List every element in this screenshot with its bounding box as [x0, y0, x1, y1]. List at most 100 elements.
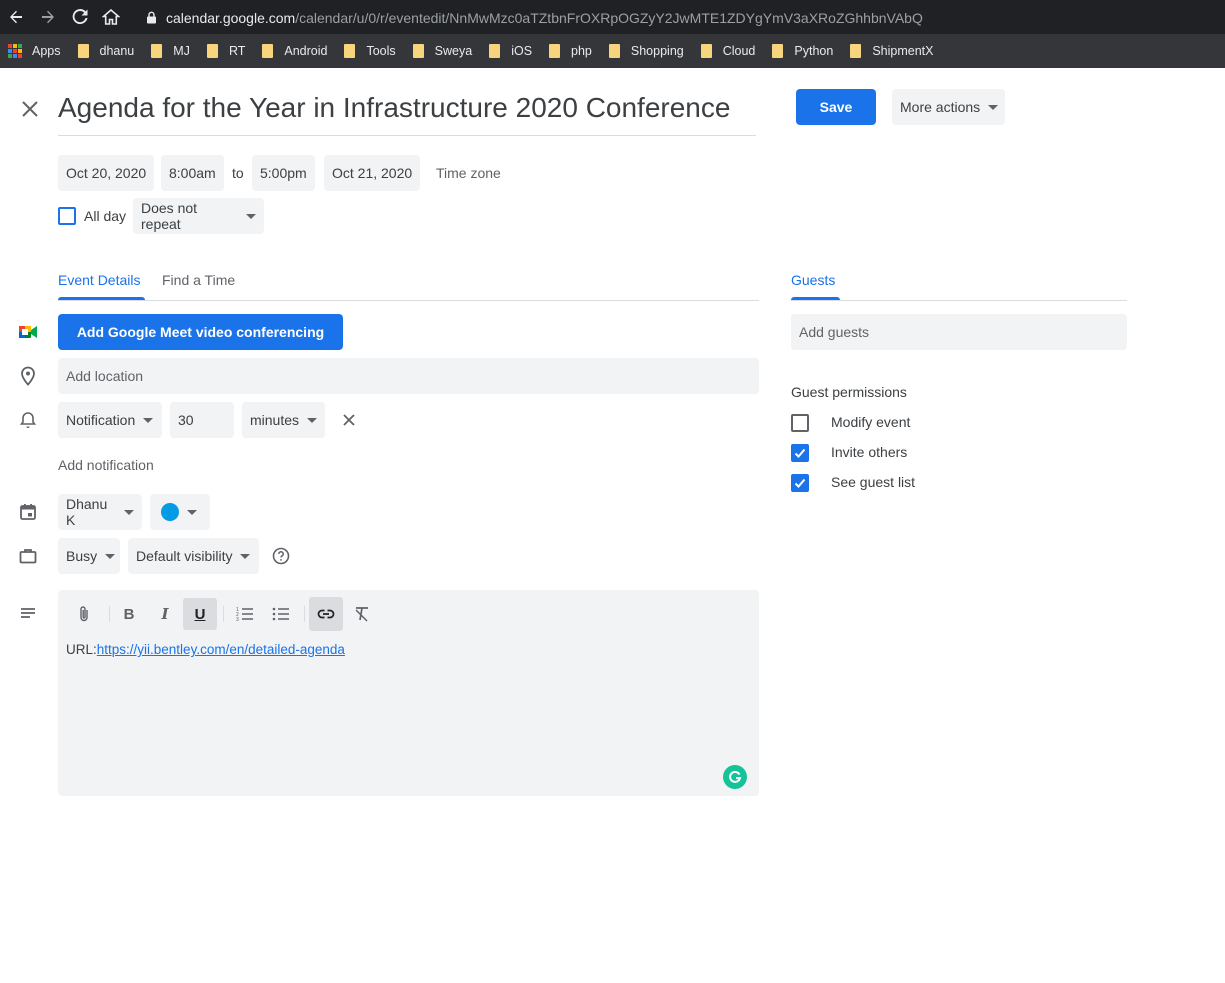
italic-icon[interactable]: I	[148, 598, 182, 630]
notification-unit-dropdown[interactable]: minutes	[242, 402, 325, 438]
repeat-dropdown[interactable]: Does not repeat	[133, 198, 264, 234]
svg-text:3: 3	[236, 617, 239, 622]
chevron-down-icon	[187, 509, 197, 515]
bookmark-label: Shopping	[630, 44, 684, 58]
bookmark-folder[interactable]: Android	[262, 44, 327, 58]
tab-guests[interactable]: Guests	[791, 260, 835, 300]
bookmark-folder[interactable]: ShipmentX	[850, 44, 933, 58]
more-actions-button[interactable]: More actions	[892, 89, 1005, 125]
bookmark-folder[interactable]: Shopping	[608, 44, 684, 58]
bookmark-folder[interactable]: php	[549, 44, 592, 58]
briefcase-icon	[18, 546, 38, 566]
reload-icon[interactable]	[70, 7, 90, 27]
close-icon[interactable]	[19, 98, 41, 120]
description-link[interactable]: https://yii.bentley.com/en/detailed-agen…	[97, 642, 345, 657]
bookmark-folder[interactable]: MJ	[151, 44, 190, 58]
bell-icon	[18, 410, 38, 430]
guests-divider	[791, 300, 1127, 301]
visibility-dropdown[interactable]: Default visibility	[128, 538, 259, 574]
clear-formatting-icon[interactable]	[345, 598, 379, 630]
bookmark-folder[interactable]: Sweya	[412, 44, 472, 58]
url-host: calendar.google.com	[166, 9, 296, 26]
bookmark-folder[interactable]: Python	[772, 44, 833, 58]
lock-icon	[146, 11, 157, 24]
calendar-owner-label: Dhanu K	[66, 496, 108, 528]
folder-icon	[262, 44, 274, 58]
more-actions-label: More actions	[900, 99, 981, 115]
bookmark-folder[interactable]: dhanu	[77, 44, 135, 58]
chevron-down-icon	[143, 417, 154, 423]
checkmark-icon	[794, 478, 806, 488]
bookmarks-bar: Apps dhanu MJ RT Android Tools Sweya iOS…	[0, 34, 1225, 68]
event-color-dropdown[interactable]	[150, 494, 210, 530]
add-notification-link[interactable]: Add notification	[58, 457, 154, 473]
bookmark-label: ShipmentX	[872, 44, 934, 58]
apps-grid-icon	[8, 44, 22, 58]
color-swatch	[161, 503, 179, 521]
home-icon[interactable]	[101, 7, 121, 27]
time-zone-button[interactable]: Time zone	[436, 155, 501, 191]
bookmark-folder[interactable]: Cloud	[700, 44, 755, 58]
availability-dropdown[interactable]: Busy	[58, 538, 120, 574]
back-icon[interactable]	[6, 7, 26, 27]
folder-icon	[700, 44, 712, 58]
numbered-list-icon[interactable]: 123	[228, 598, 262, 630]
add-google-meet-button[interactable]: Add Google Meet video conferencing	[58, 314, 343, 350]
availability-label: Busy	[66, 548, 98, 564]
description-editor[interactable]: B I U 123 URL:https://yii.bentley.com/en…	[58, 590, 759, 796]
calendar-icon	[18, 502, 38, 522]
folder-icon	[344, 44, 356, 58]
chevron-down-icon	[988, 104, 999, 110]
notification-type-label: Notification	[66, 412, 136, 428]
tab-event-details[interactable]: Event Details	[58, 260, 140, 300]
all-day-checkbox[interactable]	[58, 207, 76, 225]
calendar-owner-dropdown[interactable]: Dhanu K	[58, 494, 142, 530]
end-date-picker[interactable]: Oct 21, 2020	[324, 155, 421, 191]
url-path: /calendar/u/0/r/eventedit/NnMwMzc0aTZtbn…	[295, 9, 923, 26]
modify-event-label: Modify event	[831, 414, 911, 430]
bold-icon[interactable]: B	[112, 598, 146, 630]
bookmark-label: Python	[794, 44, 834, 58]
start-date-picker[interactable]: Oct 20, 2020	[58, 155, 155, 191]
all-day-label: All day	[84, 208, 127, 224]
notification-value-input[interactable]: 30	[170, 402, 234, 438]
forward-icon[interactable]	[38, 7, 58, 27]
bookmark-folder[interactable]: Tools	[344, 44, 396, 58]
event-title-input[interactable]: Agenda for the Year in Infrastructure 20…	[58, 92, 756, 136]
location-input[interactable]: Add location	[58, 358, 759, 394]
checkmark-icon	[794, 448, 806, 458]
description-icon	[18, 604, 38, 624]
invite-others-checkbox[interactable]	[791, 444, 809, 462]
grammarly-icon[interactable]	[723, 765, 747, 789]
folder-icon	[608, 44, 620, 58]
underline-icon[interactable]: U	[183, 598, 217, 630]
modify-event-checkbox[interactable]	[791, 414, 809, 432]
start-time-picker[interactable]: 8:00am	[161, 155, 224, 191]
bookmark-label: iOS	[511, 44, 533, 58]
help-icon[interactable]	[272, 547, 290, 565]
bookmark-label: php	[571, 44, 592, 58]
chevron-down-icon	[124, 509, 134, 515]
attachment-icon[interactable]	[67, 598, 101, 630]
end-time-picker[interactable]: 5:00pm	[252, 155, 315, 191]
bookmark-label: MJ	[173, 44, 190, 58]
bookmark-folder[interactable]: iOS	[489, 44, 532, 58]
description-text: URL:https://yii.bentley.com/en/detailed-…	[66, 642, 345, 657]
address-bar[interactable]: calendar.google.com/calendar/u/0/r/event…	[134, 4, 1225, 31]
description-prefix: URL:	[66, 642, 97, 657]
remove-notification-icon[interactable]	[341, 412, 357, 428]
notification-type-dropdown[interactable]: Notification	[58, 402, 162, 438]
tab-find-a-time[interactable]: Find a Time	[162, 260, 235, 300]
save-button[interactable]: Save	[796, 89, 876, 125]
folder-icon	[412, 44, 424, 58]
chevron-down-icon	[105, 553, 116, 559]
bookmark-folder[interactable]: RT	[206, 44, 246, 58]
bulleted-list-icon[interactable]	[264, 598, 298, 630]
link-icon[interactable]	[309, 597, 343, 631]
bookmark-label: dhanu	[99, 44, 135, 58]
location-pin-icon	[18, 366, 38, 386]
see-guest-list-checkbox[interactable]	[791, 474, 809, 492]
bookmark-apps[interactable]: Apps	[8, 44, 61, 58]
bookmark-label: RT	[228, 44, 246, 58]
add-guests-input[interactable]: Add guests	[791, 314, 1127, 350]
